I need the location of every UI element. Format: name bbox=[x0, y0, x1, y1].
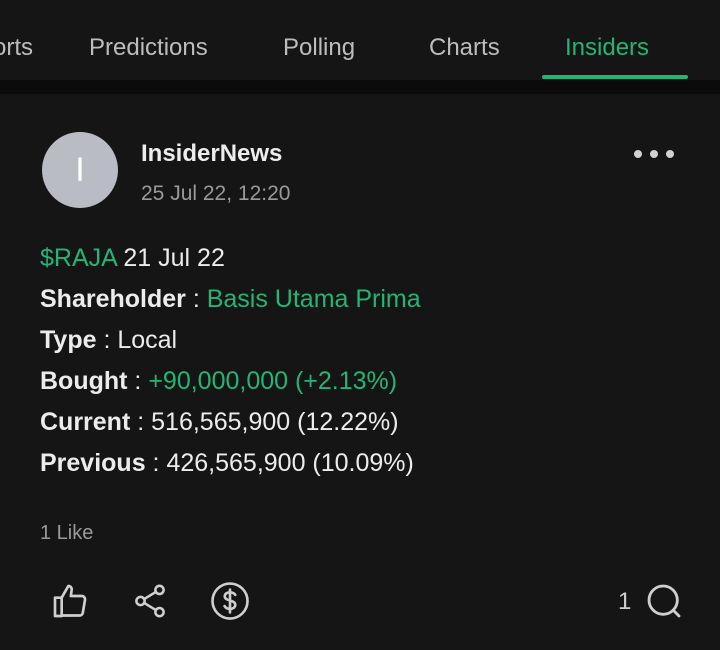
field-type: Type : Local bbox=[40, 326, 177, 355]
tab-predictions[interactable]: Predictions bbox=[89, 34, 208, 62]
tab-reports[interactable]: orts bbox=[0, 34, 33, 62]
field-separator: : bbox=[127, 367, 149, 395]
field-value: +90,000,000 (+2.13%) bbox=[148, 367, 398, 395]
comment-button[interactable] bbox=[642, 579, 686, 623]
share-button[interactable] bbox=[128, 579, 172, 623]
tab-charts[interactable]: Charts bbox=[429, 34, 500, 62]
share-icon bbox=[135, 584, 165, 618]
active-tab-indicator bbox=[542, 75, 688, 79]
tab-polling[interactable]: Polling bbox=[283, 34, 355, 62]
comment-icon bbox=[647, 584, 681, 618]
field-label: Previous bbox=[40, 449, 146, 477]
more-horizontal-icon[interactable] bbox=[630, 144, 678, 164]
like-count[interactable]: 1 Like bbox=[40, 522, 93, 545]
field-separator: : bbox=[130, 408, 152, 436]
field-bought: Bought : +90,000,000 (+2.13%) bbox=[40, 367, 397, 396]
comment-count: 1 bbox=[618, 588, 632, 615]
section-divider bbox=[0, 80, 720, 94]
field-label: Current bbox=[40, 408, 131, 436]
field-separator: : bbox=[185, 285, 207, 313]
field-label: Bought bbox=[40, 367, 128, 395]
field-label: Type bbox=[40, 326, 97, 354]
avatar[interactable]: I bbox=[42, 132, 118, 208]
dollar-circle-icon bbox=[211, 582, 249, 620]
field-shareholder: Shareholder : Basis Utama Prima bbox=[40, 285, 421, 314]
like-button[interactable] bbox=[48, 579, 92, 623]
field-previous: Previous : 426,565,900 (10.09%) bbox=[40, 449, 414, 478]
field-value: 516,565,900 (12.22%) bbox=[151, 408, 399, 436]
tab-bar: orts Predictions Polling Charts Insiders bbox=[0, 0, 720, 80]
post-headline: $RAJA 21 Jul 22 bbox=[40, 244, 225, 273]
field-value: 426,565,900 (10.09%) bbox=[166, 449, 414, 477]
avatar-letter: I bbox=[75, 150, 85, 189]
field-current: Current : 516,565,900 (12.22%) bbox=[40, 408, 399, 437]
post-date: 21 Jul 22 bbox=[123, 244, 225, 272]
post-timestamp: 25 Jul 22, 12:20 bbox=[141, 182, 291, 205]
field-separator: : bbox=[96, 326, 118, 354]
field-value: Local bbox=[117, 326, 178, 354]
ticker-link[interactable]: $RAJA bbox=[40, 244, 116, 272]
shareholder-link[interactable]: Basis Utama Prima bbox=[207, 285, 421, 313]
tab-insiders[interactable]: Insiders bbox=[565, 34, 649, 62]
thumbs-up-icon bbox=[53, 584, 87, 618]
post-username[interactable]: InsiderNews bbox=[141, 140, 282, 168]
field-label: Shareholder bbox=[40, 285, 186, 313]
field-separator: : bbox=[145, 449, 167, 477]
post-card: I InsiderNews 25 Jul 22, 12:20 $RAJA 21 … bbox=[0, 94, 720, 650]
tip-button[interactable] bbox=[208, 579, 252, 623]
